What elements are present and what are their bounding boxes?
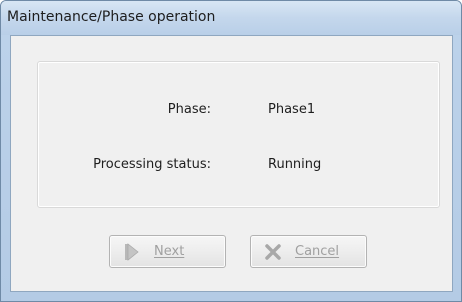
window-title: Maintenance/Phase operation — [7, 9, 216, 25]
cancel-button[interactable]: Cancel — [250, 235, 367, 268]
dialog-client-area: Phase: Phase1 Processing status: Running… — [10, 35, 453, 292]
next-button-label: Next — [154, 244, 185, 259]
cancel-button-label: Cancel — [295, 244, 340, 259]
play-arrow-icon — [122, 242, 142, 262]
processing-status-value: Running — [268, 157, 322, 172]
title-bar[interactable]: Maintenance/Phase operation — [1, 1, 461, 35]
close-x-icon — [263, 242, 283, 262]
phase-label: Phase: — [167, 102, 211, 117]
info-panel: Phase: Phase1 Processing status: Running — [37, 61, 440, 208]
phase-value: Phase1 — [268, 102, 316, 117]
dialog-window: Maintenance/Phase operation Phase: Phase… — [0, 0, 462, 302]
processing-status-label: Processing status: — [93, 157, 211, 172]
next-button[interactable]: Next — [109, 235, 226, 268]
